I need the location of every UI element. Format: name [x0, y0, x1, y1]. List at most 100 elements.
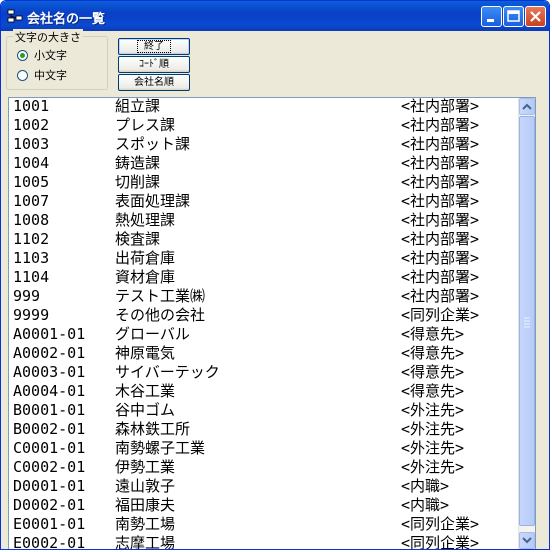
list-item-code: 1005 [13, 173, 50, 191]
list-item-name: 南勢工場 [115, 515, 176, 533]
list-item-name: 鋳造課 [115, 154, 161, 172]
exit-button-label: 終了 [137, 40, 171, 53]
radio-medium-font-label: 中文字 [34, 69, 67, 82]
radio-small-font[interactable]: 小文字 [17, 47, 67, 63]
list-item-type: <得意先> [401, 325, 465, 343]
list-item-name: 木谷工業 [115, 382, 176, 400]
list-item-code: A0001-01 [13, 325, 86, 343]
scroll-thumb[interactable] [519, 116, 535, 526]
list-item-code: 1004 [13, 154, 50, 172]
list-item-name: 表面処理課 [115, 192, 191, 210]
list-item-code: 1104 [13, 268, 50, 286]
list-item-code: A0003-01 [13, 363, 86, 381]
list-item-code: 1003 [13, 135, 50, 153]
list-item-type: <同列企業> [401, 534, 480, 550]
list-item-name: 神原電気 [115, 344, 176, 362]
list-item-type: <社内部署> [401, 249, 480, 267]
title-bar[interactable]: 会社名の一覧 [1, 1, 549, 31]
list-item-name: 福田康夫 [115, 496, 176, 514]
main-window: 会社名の一覧 文字の大きさ 小文字 中文字 終了 ｺｰﾄﾞ順 会社名順 1001… [0, 0, 550, 550]
list-item-type: <社内部署> [401, 97, 480, 115]
list-item-type: <外注先> [401, 439, 465, 457]
list-item-name: 出荷倉庫 [115, 249, 176, 267]
grip-icon [524, 317, 530, 328]
list-item-code: 1102 [13, 230, 50, 248]
font-size-group-label: 文字の大きさ [13, 29, 83, 45]
list-item-type: <得意先> [401, 363, 465, 381]
list-item-type: <社内部署> [401, 230, 480, 248]
list-item-name: 検査課 [115, 230, 161, 248]
list-item-code: D0002-01 [13, 496, 86, 514]
list-item-name: 森林鉄工所 [115, 420, 191, 438]
scroll-down-button[interactable] [519, 532, 535, 549]
list-item-code: 1103 [13, 249, 50, 267]
list-item-type: <社内部署> [401, 287, 480, 305]
list-item-code: A0002-01 [13, 344, 86, 362]
name-order-button[interactable]: 会社名順 [118, 74, 190, 91]
radio-medium-font[interactable]: 中文字 [17, 67, 67, 83]
code-order-button[interactable]: ｺｰﾄﾞ順 [118, 56, 190, 73]
list-item-code: B0002-01 [13, 420, 86, 438]
list-item-name: 谷中ゴム [115, 401, 176, 419]
list-item-name: 遠山敦子 [115, 477, 176, 495]
list-item-code: B0001-01 [13, 401, 86, 419]
list-item-code: 1008 [13, 211, 50, 229]
list-item-type: <社内部署> [401, 135, 480, 153]
exit-button[interactable]: 終了 [118, 38, 190, 55]
list-item-type: <得意先> [401, 344, 465, 362]
window-title: 会社名の一覧 [27, 12, 106, 27]
list-item-code: 999 [13, 287, 41, 305]
list-item-code: D0001-01 [13, 477, 86, 495]
list-item-type: <内職> [401, 496, 450, 514]
list-item-type: <社内部署> [401, 268, 480, 286]
list-item-code: E0002-01 [13, 534, 86, 550]
chevron-down-icon [522, 537, 532, 544]
list-item-type: <社内部署> [401, 192, 480, 210]
list-item-name: 切削課 [115, 173, 161, 191]
list-item-code: 9999 [13, 306, 50, 324]
list-item-name: スポット課 [115, 135, 191, 153]
list-item-name: その他の会社 [115, 306, 206, 324]
minimize-icon [487, 19, 494, 22]
list-item-type: <社内部署> [401, 173, 480, 191]
font-size-group: 文字の大きさ 小文字 中文字 [6, 29, 108, 90]
list-item-name: グローバル [115, 325, 190, 343]
list-item-type: <同列企業> [401, 515, 480, 533]
list-item-code: 1001 [13, 97, 50, 115]
maximize-button[interactable] [503, 6, 524, 27]
list-item-type: <社内部署> [401, 211, 480, 229]
radio-small-font-label: 小文字 [34, 49, 67, 62]
scroll-up-button[interactable] [519, 98, 535, 115]
maximize-icon [507, 10, 520, 22]
list-item-name: テスト工業㈱ [115, 287, 206, 305]
client-area: 文字の大きさ 小文字 中文字 終了 ｺｰﾄﾞ順 会社名順 1001 組立課 <社内部… [4, 29, 546, 549]
app-icon [7, 9, 23, 23]
list-item-code: C0002-01 [13, 458, 86, 476]
close-icon [530, 11, 541, 22]
list-item-type: <内職> [401, 477, 450, 495]
radio-medium-font-indicator[interactable] [17, 69, 28, 81]
list-item-type: <外注先> [401, 420, 465, 438]
list-item-code: 1007 [13, 192, 50, 210]
list-item-type: <外注先> [401, 458, 465, 476]
list-item-name: 熱処理課 [115, 211, 176, 229]
list-item-name: 南勢螺子工業 [115, 439, 206, 457]
list-item-name: 資材倉庫 [115, 268, 176, 286]
list-item-code: A0004-01 [13, 382, 86, 400]
minimize-button[interactable] [481, 6, 502, 27]
list-item-type: <同列企業> [401, 306, 480, 324]
radio-small-font-indicator[interactable] [17, 49, 28, 61]
vertical-scrollbar[interactable] [518, 98, 535, 549]
chevron-up-icon [522, 103, 532, 110]
list-item-name: サイバーテック [115, 363, 220, 381]
list-item-type: <社内部署> [401, 116, 480, 134]
list-item-type: <得意先> [401, 382, 465, 400]
list-item-name: 組立課 [115, 97, 161, 115]
list-item-code: E0001-01 [13, 515, 86, 533]
list-item-name: プレス課 [115, 116, 176, 134]
close-button[interactable] [525, 6, 546, 27]
list-item-type: <社内部署> [401, 154, 480, 172]
list-item-code: 1002 [13, 116, 50, 134]
company-listbox[interactable]: 1001 組立課 <社内部署> 1002 プレス課 <社内部署> 1003 スポット課 <社内部… [8, 97, 536, 550]
list-item-name: 伊勢工業 [115, 458, 176, 476]
